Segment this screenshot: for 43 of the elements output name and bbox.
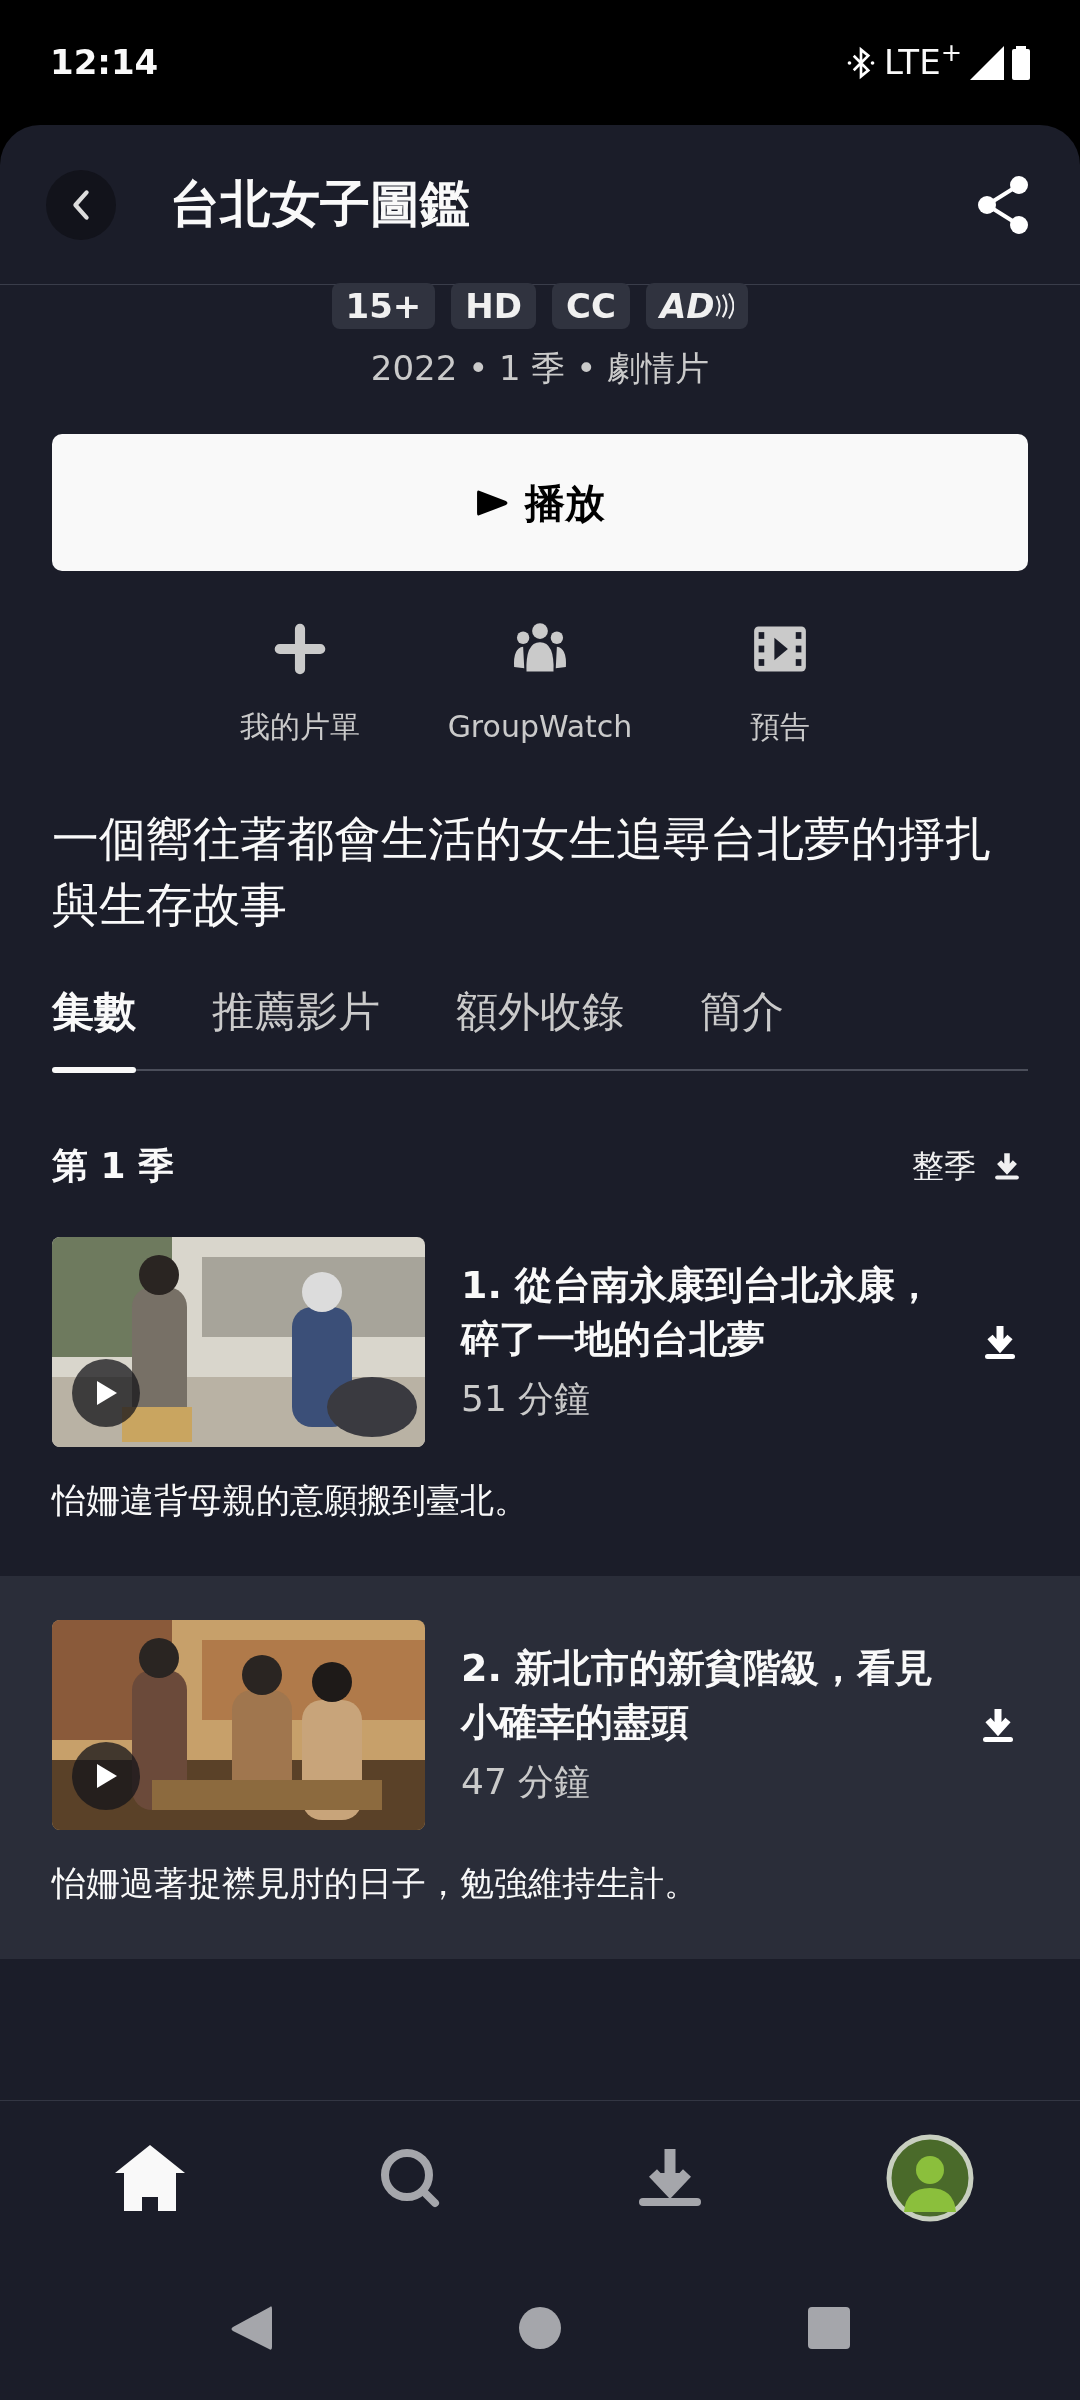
play-icon [95,1764,117,1788]
show-tagline: 一個嚮往著都會生活的女生追尋台北夢的掙扎與生存故事 [51,810,993,934]
play-icon [475,487,509,518]
rating-badge: AD [645,283,749,329]
episode-title: 1. 從台南永康到台北永康，碎了一地的台北夢 [461,1262,935,1363]
avatar-icon [886,2133,974,2223]
plus-icon [273,622,327,676]
download-icon [992,1151,1022,1181]
download-icon [639,2149,701,2207]
bluetooth-icon [846,45,877,80]
home-icon [114,2145,186,2211]
play-button[interactable]: 播放 [52,434,1028,571]
show-metadata: 2022 • 1 季 • 劇情片 [369,347,711,390]
recents-icon[interactable] [808,2306,850,2349]
tab[interactable]: 額外收錄 [456,980,624,1069]
rating-badge: HD [451,283,536,329]
network-type: LTE$^{+}$ [884,37,962,84]
page-title: 台北女子圖鑑 [170,174,470,235]
episode-title: 2. 新北市的新貧階級，看見小確幸的盡頭 [461,1645,935,1746]
rating-badge: 15+ [331,283,436,329]
action-button[interactable]: 我的片單 [180,621,420,750]
episode-card[interactable]: 1. 從台南永康到台北永康，碎了一地的台北夢 51 分鐘 怡姍違背母親的意願搬到臺北。 [0,1193,1080,1576]
episode-card[interactable]: 2. 新北市的新貧階級，看見小確幸的盡頭 47 分鐘 怡姍過著捉襟見肘的日子，勉強維持生計。 [0,1576,1080,1959]
signal-icon [970,45,1004,80]
download-season-button[interactable]: 整季 [906,1141,1028,1191]
sound-waves-icon [714,293,735,319]
tab[interactable]: 推薦影片 [212,980,380,1069]
season-title: 第 1 季 [52,1144,175,1188]
rating-badge: CC [552,283,630,329]
share-icon[interactable] [976,174,1030,235]
battery-icon [1012,45,1030,80]
search-icon [379,2147,441,2209]
action-button[interactable]: GroupWatch [420,621,660,750]
status-time: 12:14 [50,41,159,84]
back-icon[interactable] [230,2304,272,2351]
episode-description: 怡姍過著捉襟見肘的日子，勉強維持生計。 [52,1862,699,1905]
home-icon[interactable] [519,2306,561,2349]
episode-description: 怡姍違背母親的意願搬到臺北。 [52,1479,529,1522]
action-button[interactable]: 預告 [660,621,900,750]
episode-duration: 51 分鐘 [461,1377,592,1421]
play-icon [95,1381,117,1405]
tab[interactable]: 簡介 [700,980,784,1069]
episode-duration: 47 分鐘 [461,1760,592,1804]
